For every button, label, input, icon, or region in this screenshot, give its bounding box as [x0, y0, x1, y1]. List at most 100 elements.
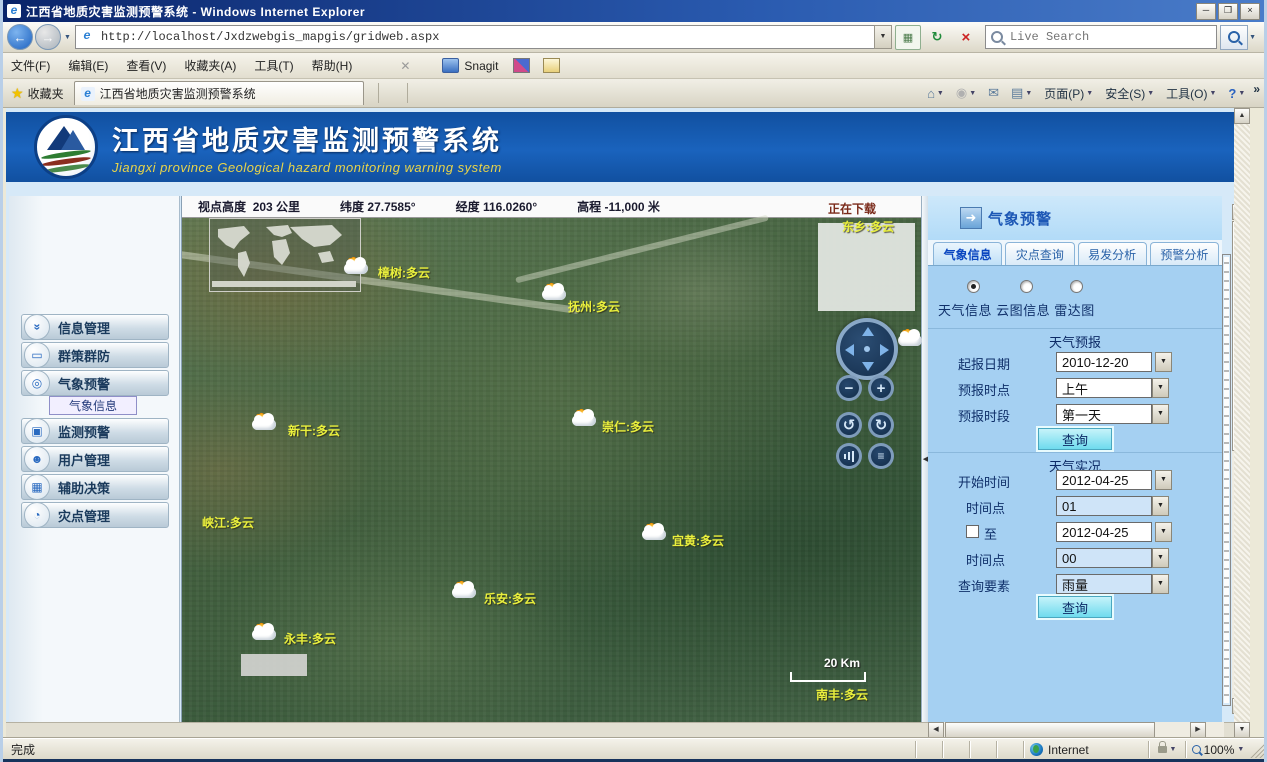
dropdown-arrow-icon[interactable]: ▼: [1152, 496, 1169, 516]
compatibility-view-button[interactable]: ▦: [895, 25, 921, 50]
zoom-out-button[interactable]: −: [836, 375, 862, 401]
resize-grip[interactable]: [1250, 741, 1264, 758]
dropdown-arrow-icon[interactable]: ▼: [1152, 548, 1169, 568]
menu-tools[interactable]: 工具(T): [254, 57, 293, 74]
browser-tab[interactable]: e 江西省地质灾害监测预警系统: [74, 81, 364, 105]
page-scroll-up-icon[interactable]: ▲: [1234, 108, 1250, 124]
end-date-select[interactable]: 2012-04-25 ▼: [1056, 522, 1172, 542]
toolbar-close-icon[interactable]: ✕: [400, 59, 410, 73]
radio-cloud-image[interactable]: [1020, 280, 1033, 293]
safety-menu-button[interactable]: 安全(S)▼: [1101, 83, 1158, 104]
page-menu-button[interactable]: 页面(P)▼: [1040, 83, 1097, 104]
sidebar-item-mass-prevention[interactable]: ▭ 群策群防: [21, 342, 169, 368]
dropdown-arrow-icon[interactable]: ▼: [1152, 378, 1169, 398]
end-hour-select[interactable]: 00 ▼: [1056, 548, 1169, 568]
back-button[interactable]: ←: [7, 24, 33, 50]
forecast-time-select[interactable]: 上午 ▼: [1056, 378, 1169, 398]
rotate-cw-button[interactable]: ↻: [868, 412, 894, 438]
tab-warning-analysis[interactable]: 预警分析: [1150, 242, 1219, 265]
until-checkbox[interactable]: [966, 525, 979, 538]
search-box[interactable]: [985, 25, 1217, 49]
toolbar-overflow-icon[interactable]: »: [1253, 82, 1260, 96]
page-scroll-down-icon[interactable]: ▼: [1234, 722, 1250, 738]
forecast-date-select[interactable]: 2010-12-20 ▼: [1056, 352, 1172, 372]
dropdown-arrow-icon[interactable]: ▼: [1155, 352, 1172, 372]
stop-button[interactable]: ×: [953, 25, 979, 50]
radio-labels[interactable]: 天气信息 云图信息 雷达图: [938, 300, 1095, 319]
menu-edit[interactable]: 编辑(E): [68, 57, 108, 74]
search-options-dropdown-icon[interactable]: ▼: [1249, 34, 1256, 41]
print-button[interactable]: ▤▼: [1007, 83, 1036, 103]
rotate-ccw-button[interactable]: ↺: [836, 412, 862, 438]
title-bar: e 江西省地质灾害监测预警系统 - Windows Internet Explo…: [3, 0, 1264, 22]
actual-query-button[interactable]: 查询: [1038, 596, 1112, 618]
snagit-icon[interactable]: [442, 58, 459, 73]
dropdown-arrow-icon[interactable]: ▼: [1152, 574, 1169, 594]
forecast-query-button[interactable]: 查询: [1038, 428, 1112, 450]
home-button[interactable]: ⌂▼: [923, 84, 948, 103]
live-search-input[interactable]: [1008, 29, 1211, 45]
query-element-select[interactable]: 雨量 ▼: [1056, 574, 1169, 594]
snagit-label[interactable]: Snagit: [464, 59, 498, 73]
zoom-control[interactable]: 100% ▼: [1185, 741, 1250, 758]
forward-button[interactable]: →: [35, 24, 61, 50]
pan-right-icon[interactable]: [880, 344, 889, 356]
tools-menu-button[interactable]: 工具(O)▼: [1162, 83, 1220, 104]
url-dropdown-button[interactable]: ▼: [874, 25, 892, 49]
menu-help[interactable]: 帮助(H): [312, 57, 353, 74]
history-dropdown-icon[interactable]: ▼: [64, 34, 71, 41]
maximize-button[interactable]: ❒: [1218, 3, 1238, 20]
close-button[interactable]: ×: [1240, 3, 1260, 20]
menu-file[interactable]: 文件(F): [11, 57, 50, 74]
sidebar-item-weather-warning[interactable]: ◎ 气象预警: [21, 370, 169, 396]
world-overview-inset[interactable]: [209, 218, 361, 292]
url-input[interactable]: [99, 29, 870, 45]
page-scrollbar-vertical[interactable]: ▲ ▼: [1234, 108, 1250, 738]
radio-radar-image[interactable]: [1070, 280, 1083, 293]
map-pan-control[interactable]: [836, 318, 898, 380]
radio-weather-info[interactable]: [967, 280, 980, 293]
panel-scrollbar-horizontal[interactable]: ◀ ▶: [928, 722, 1224, 738]
feeds-button[interactable]: ◉▼: [952, 83, 980, 103]
sidebar-subitem-weather-info[interactable]: 气象信息: [49, 396, 137, 415]
pan-left-icon[interactable]: [845, 344, 854, 356]
tab-susceptibility-analysis[interactable]: 易发分析: [1078, 242, 1147, 265]
sidebar-item-monitor-warning[interactable]: ▣ 监测预警: [21, 418, 169, 444]
tilt-button[interactable]: [836, 443, 862, 469]
dropdown-arrow-icon[interactable]: ▼: [1155, 522, 1172, 542]
tab-hazard-query[interactable]: 灾点查询: [1005, 242, 1074, 265]
scrollbar-thumb[interactable]: [945, 722, 1155, 738]
help-menu-button[interactable]: ?▼: [1224, 84, 1249, 103]
sidebar-item-user-management[interactable]: ☻ 用户管理: [21, 446, 169, 472]
forecast-period-select[interactable]: 第一天 ▼: [1056, 404, 1169, 424]
menu-favorites[interactable]: 收藏夹(A): [184, 57, 236, 74]
zoom-in-button[interactable]: +: [868, 375, 894, 401]
favorites-star-icon[interactable]: ★: [11, 85, 24, 102]
dropdown-arrow-icon[interactable]: ▼: [1155, 470, 1172, 490]
start-hour-select[interactable]: 01 ▼: [1056, 496, 1169, 516]
pan-down-icon[interactable]: [862, 362, 874, 371]
scroll-left-icon[interactable]: ◀: [928, 722, 944, 738]
favorites-button[interactable]: 收藏夹: [28, 85, 64, 102]
sidebar-item-info-management[interactable]: » 信息管理: [21, 314, 169, 340]
snagit-capture-icon[interactable]: [513, 58, 530, 73]
read-mail-button[interactable]: ✉: [984, 83, 1003, 103]
minimize-button[interactable]: ─: [1196, 3, 1216, 20]
refresh-button[interactable]: ↻: [924, 25, 950, 50]
sidebar-item-hazard-point-management[interactable]: ◔ 灾点管理: [21, 502, 169, 528]
start-date-select[interactable]: 2012-04-25 ▼: [1056, 470, 1172, 490]
layers-button[interactable]: ≡: [868, 443, 894, 469]
snagit-profile-icon[interactable]: [543, 58, 560, 73]
map-viewport[interactable]: 视点高度 203 公里 纬度 27.7585° 经度 116.0260° 高程 …: [181, 196, 922, 722]
tab-weather-info[interactable]: 气象信息: [933, 242, 1002, 265]
dropdown-arrow-icon[interactable]: ▼: [1152, 404, 1169, 424]
url-field[interactable]: e: [75, 25, 875, 49]
protected-mode-indicator[interactable]: ▼: [1148, 741, 1185, 758]
menu-view[interactable]: 查看(V): [126, 57, 166, 74]
field-value: 2012-04-25: [1056, 470, 1152, 490]
sidebar-item-decision-support[interactable]: ▦ 辅助决策: [21, 474, 169, 500]
scroll-right-icon[interactable]: ▶: [1190, 722, 1206, 738]
pan-up-icon[interactable]: [862, 327, 874, 336]
pan-center-icon[interactable]: [864, 346, 870, 352]
search-go-button[interactable]: [1220, 25, 1248, 50]
